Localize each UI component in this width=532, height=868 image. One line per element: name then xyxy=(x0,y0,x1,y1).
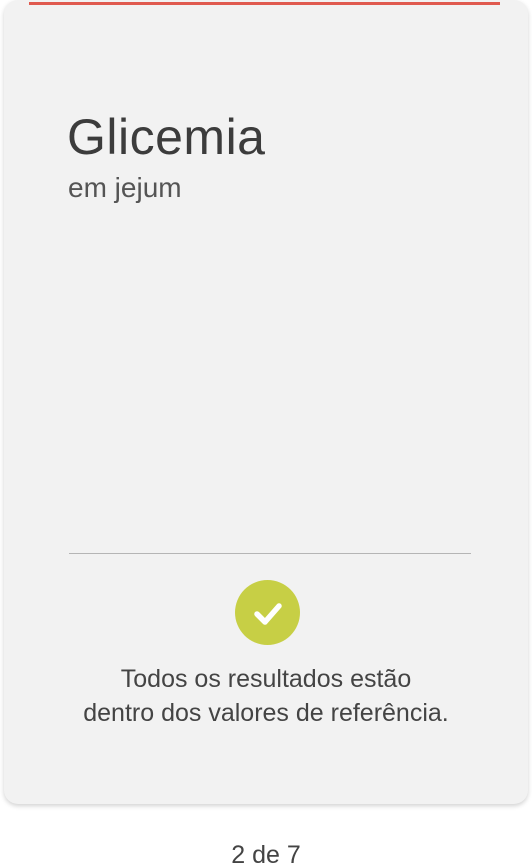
exam-title: Glicemia xyxy=(67,109,266,165)
page-indicator: 2 de 7 xyxy=(231,841,301,868)
divider xyxy=(69,553,471,554)
check-icon xyxy=(235,580,300,645)
status-message: Todos os resultados estão dentro dos val… xyxy=(24,662,508,730)
status-line-2: dentro dos valores de referência. xyxy=(83,699,449,727)
result-card[interactable]: Glicemia em jejum Todos os resultados es… xyxy=(4,0,528,804)
result-page: Glicemia em jejum Todos os resultados es… xyxy=(0,0,532,868)
card-accent-bar xyxy=(29,2,500,5)
checkmark-glyph xyxy=(253,602,282,625)
status-line-1: Todos os resultados estão xyxy=(120,665,412,693)
exam-subtitle: em jejum xyxy=(68,172,182,203)
